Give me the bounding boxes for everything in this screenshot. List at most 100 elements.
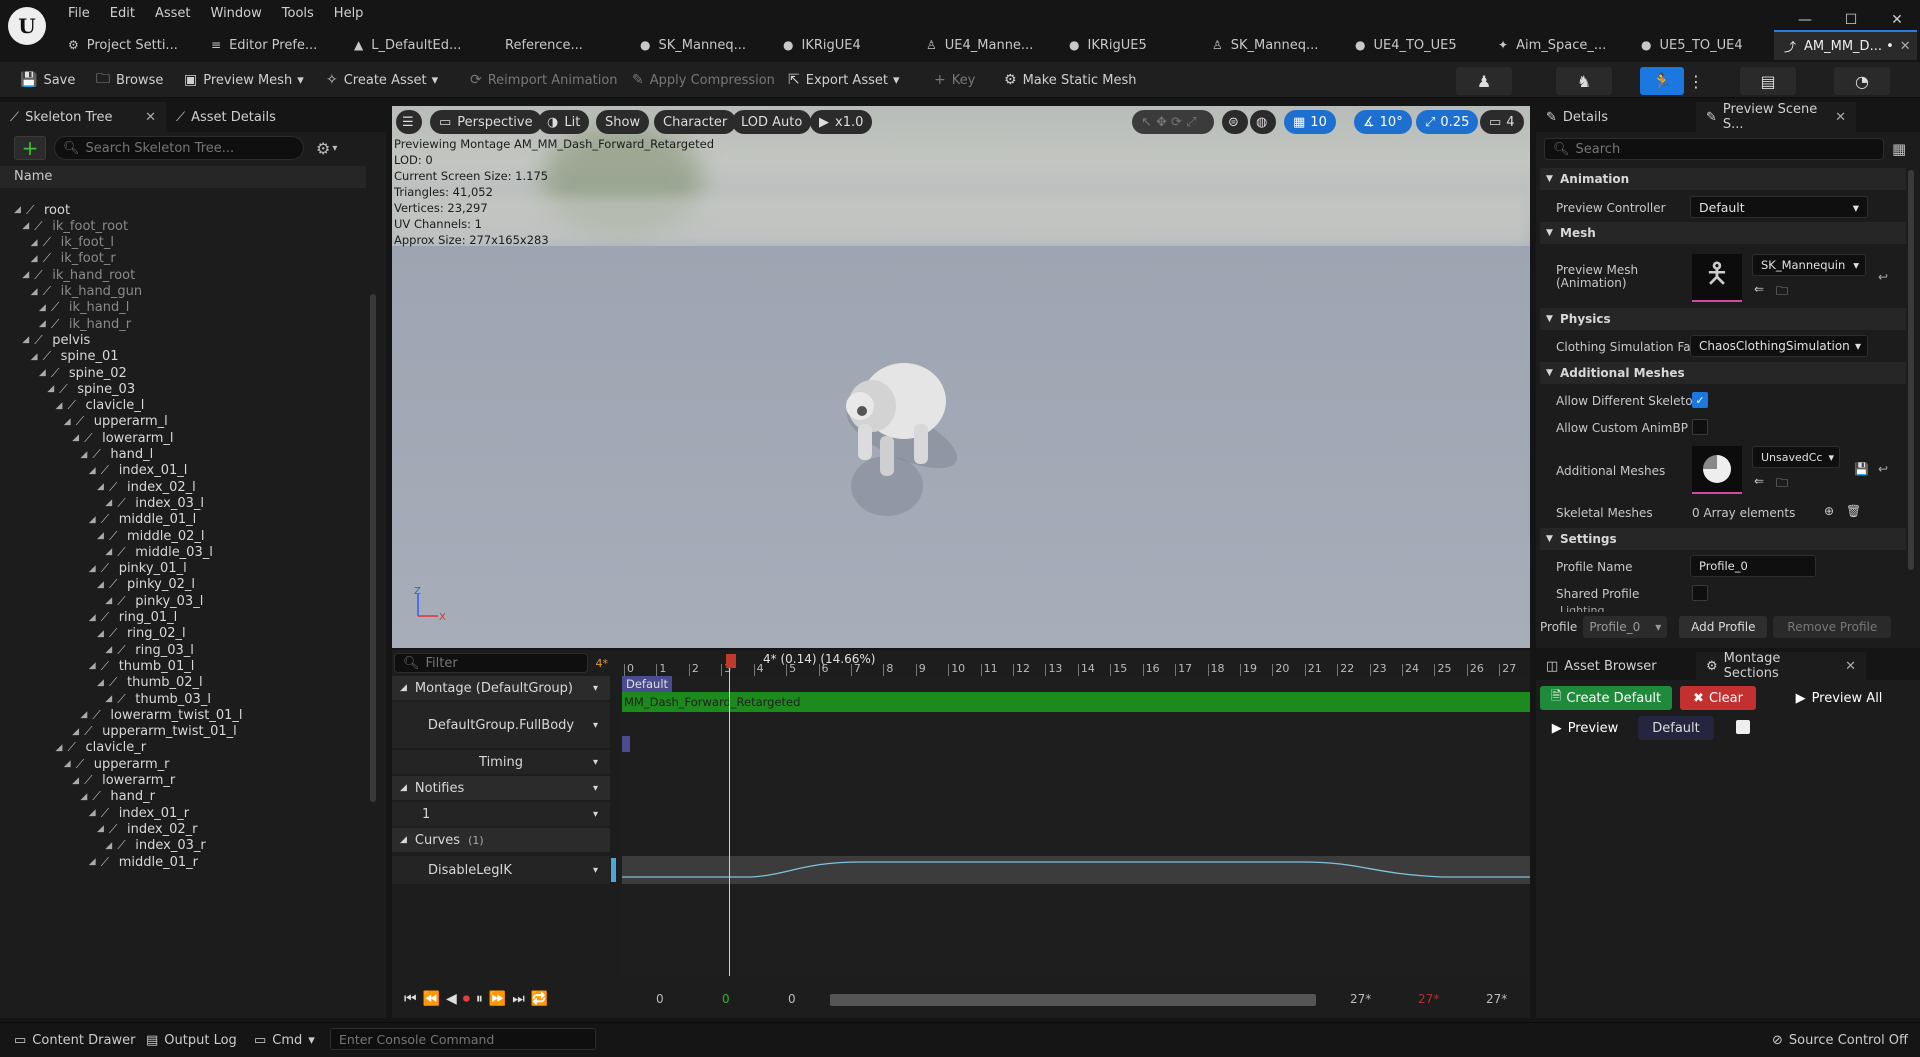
mesh-thumbnail[interactable]: 🯅	[1692, 254, 1742, 302]
tab-1[interactable]: ≡ Editor Prefe...	[201, 30, 344, 60]
skip-end-icon[interactable]: ⏭	[512, 991, 531, 1007]
notify-track-1[interactable]: 1 ▾	[392, 802, 610, 826]
skip-start-icon[interactable]: ⏮	[404, 991, 423, 1007]
expand-arrow-icon[interactable]: ◢	[89, 661, 99, 671]
lod-button[interactable]: LOD Auto	[732, 110, 812, 134]
world-local-icon[interactable]: ◍	[1250, 110, 1276, 134]
preview-controller-dropdown[interactable]: Default ▾	[1690, 196, 1868, 218]
clothing-sim-dropdown[interactable]: ChaosClothingSimulation ▾	[1690, 335, 1868, 357]
timeline-filter-search[interactable]: 🔍︎	[394, 653, 588, 673]
montage-track-header[interactable]: ◢ Montage (DefaultGroup) ▾	[392, 676, 610, 700]
expand-arrow-icon[interactable]: ◢	[80, 792, 90, 802]
use-selected-icon[interactable]: ⇐	[1754, 474, 1764, 488]
expand-arrow-icon[interactable]: ◢	[105, 547, 115, 557]
close-tab-icon[interactable]: ✕	[1900, 39, 1911, 54]
source-control-button[interactable]: ⊘ Source Control Off	[1772, 1023, 1908, 1057]
expand-arrow-icon[interactable]: ◢	[31, 238, 41, 248]
timing-marker[interactable]	[622, 736, 630, 752]
expand-arrow-icon[interactable]: ◢	[105, 596, 115, 606]
tab-details[interactable]: ✎ Details	[1536, 102, 1696, 132]
more-options-icon[interactable]: ⋮	[1686, 67, 1706, 95]
pause-icon[interactable]: ⏸	[476, 991, 489, 1007]
section-lighting[interactable]: Lighting	[1542, 604, 1902, 612]
profile-name-input[interactable]: Profile_0	[1690, 555, 1816, 577]
browse-button[interactable]: 🗀 Browse	[96, 62, 163, 98]
grid-snap-button[interactable]: ▦ 10	[1284, 110, 1336, 134]
tab-0[interactable]: ⚙ Project Setti...	[58, 30, 201, 60]
trash-icon[interactable]: 🗑	[1846, 504, 1861, 518]
cmd-dropdown[interactable]: ▭ Cmd ▾	[254, 1023, 315, 1057]
section-mesh[interactable]: ▼ Mesh	[1540, 222, 1906, 244]
range-start[interactable]: 0	[656, 992, 664, 1006]
chevron-down-icon[interactable]: ▾	[332, 143, 337, 154]
surface-snap-icon[interactable]: ⊜	[1222, 110, 1248, 134]
details-search[interactable]: 🔍︎	[1544, 138, 1884, 160]
tree-scrollbar[interactable]	[370, 294, 376, 802]
expand-arrow-icon[interactable]: ◢	[56, 743, 66, 753]
expand-arrow-icon[interactable]: ◢	[39, 319, 49, 329]
reset-icon[interactable]: ↩	[1878, 270, 1888, 284]
expand-arrow-icon[interactable]: ◢	[72, 776, 82, 786]
tab-6[interactable]: ♙ UE4_Manne...	[916, 30, 1059, 60]
timeline-scrollbar[interactable]	[830, 994, 1316, 1006]
range-end[interactable]: 27*	[1350, 992, 1371, 1006]
expand-arrow-icon[interactable]: ◢	[97, 482, 107, 492]
table-view-icon[interactable]: ▦	[1892, 140, 1906, 158]
expand-arrow-icon[interactable]: ◢	[39, 368, 49, 378]
tab-11[interactable]: ● UE5_TO_UE4	[1631, 30, 1774, 60]
save-button[interactable]: 💾 Save	[20, 62, 75, 98]
key-button[interactable]: + Key	[934, 62, 975, 98]
make-static-mesh-button[interactable]: ⚙ Make Static Mesh	[1004, 62, 1136, 98]
tab-asset-browser[interactable]: ◫ Asset Browser	[1536, 652, 1696, 680]
skeleton-search[interactable]: 🔍︎	[54, 136, 304, 160]
menu-asset[interactable]: Asset	[145, 0, 201, 30]
expand-arrow-icon[interactable]: ◢	[89, 613, 99, 623]
playback-speed-button[interactable]: ▶ x1.0	[810, 110, 873, 134]
expand-arrow-icon[interactable]: ◢	[64, 759, 74, 769]
additional-mesh-thumbnail[interactable]	[1692, 446, 1742, 494]
preview-all-button[interactable]: ▶ Preview All	[1764, 686, 1914, 710]
expand-arrow-icon[interactable]: ◢	[89, 857, 99, 867]
record-icon[interactable]: ⏺	[463, 991, 476, 1007]
expand-arrow-icon[interactable]: ◢	[80, 450, 90, 460]
expand-arrow-icon[interactable]: ◢	[97, 629, 107, 639]
expand-arrow-icon[interactable]: ◢	[64, 417, 74, 427]
viewport-menu-icon[interactable]: ☰	[396, 110, 422, 134]
lit-button[interactable]: ◑ Lit	[538, 110, 590, 134]
close-tab-icon[interactable]: ✕	[145, 110, 156, 125]
mesh-mode-icon[interactable]: ♞	[1556, 67, 1612, 95]
expand-arrow-icon[interactable]: ◢	[47, 384, 57, 394]
range-red[interactable]: 27*	[1418, 992, 1439, 1006]
tab-5[interactable]: ● IKRigUE4	[773, 30, 916, 60]
blueprint-mode-icon[interactable]: ▤	[1740, 67, 1796, 95]
expand-arrow-icon[interactable]: ◢	[105, 498, 115, 508]
browse-asset-icon[interactable]: 🗀	[1776, 474, 1788, 495]
expand-arrow-icon[interactable]: ◢	[105, 694, 115, 704]
tab-9[interactable]: ● UE4_TO_UE5	[1345, 30, 1488, 60]
add-socket-button[interactable]: +	[14, 136, 46, 160]
menu-tools[interactable]: Tools	[272, 0, 324, 30]
details-scrollbar[interactable]	[1908, 170, 1914, 570]
transform-tools[interactable]: ↖ ✥ ⟳ ⤢	[1132, 110, 1214, 134]
unreal-logo-icon[interactable]: U	[8, 7, 46, 45]
scale-snap-button[interactable]: ⤢ 0.25	[1416, 110, 1479, 134]
tab-4[interactable]: ● SK_Manneq...	[630, 30, 773, 60]
expand-arrow-icon[interactable]: ◢	[22, 335, 32, 345]
preview-mesh-button[interactable]: ▣ Preview Mesh ▾	[184, 62, 304, 98]
tab-3[interactable]: Reference...	[487, 30, 630, 60]
content-drawer-button[interactable]: ▭ Content Drawer	[14, 1023, 135, 1057]
expand-arrow-icon[interactable]: ◢	[89, 564, 99, 574]
menu-help[interactable]: Help	[324, 0, 374, 30]
output-log-button[interactable]: ▤ Output Log	[146, 1023, 237, 1057]
timeline-lanes[interactable]: Default MM_Dash_Forward_Retargeted	[622, 656, 1530, 976]
expand-arrow-icon[interactable]: ◢	[89, 515, 99, 525]
tab-montage-sections[interactable]: ⚙ Montage Sections ✕	[1696, 651, 1866, 681]
expand-arrow-icon[interactable]: ◢	[97, 678, 107, 688]
shared-profile-checkbox[interactable]	[1692, 585, 1708, 601]
create-asset-button[interactable]: ✧ Create Asset ▾	[326, 62, 438, 98]
reimport-animation-button[interactable]: ⟳ Reimport Animation	[470, 62, 618, 98]
settings-gear-icon[interactable]: ⚙	[316, 139, 330, 158]
close-tab-icon[interactable]: ✕	[1835, 110, 1846, 125]
skeleton-search-input[interactable]	[85, 140, 303, 156]
use-selected-icon[interactable]: ⇐	[1754, 282, 1764, 296]
